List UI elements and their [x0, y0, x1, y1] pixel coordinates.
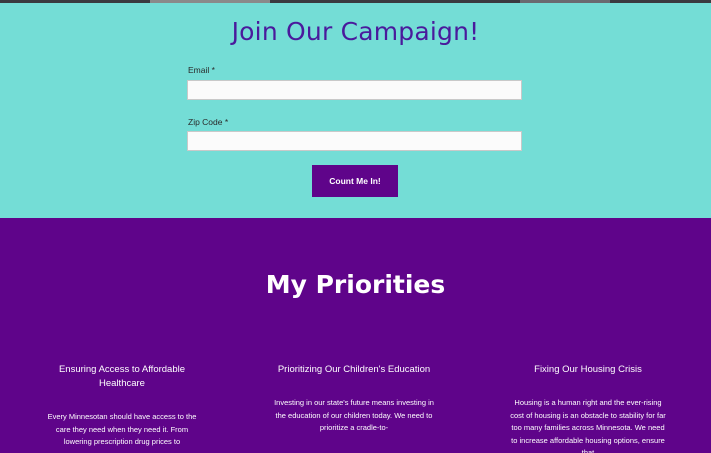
- zip-code-label: Zip Code *: [188, 117, 229, 127]
- priorities-title: My Priorities: [265, 270, 446, 299]
- count-me-in-button[interactable]: Count Me In!: [312, 165, 398, 197]
- priority-heading: Fixing Our Housing Crisis: [534, 364, 642, 375]
- priority-heading: Prioritizing Our Children's Education: [277, 364, 431, 375]
- priority-body: Investing in our state's future means in…: [274, 398, 434, 432]
- priority-column-housing: Fixing Our Housing Crisis Housing is a h…: [508, 363, 668, 453]
- zip-code-field[interactable]: [187, 131, 522, 151]
- priority-column-education: Prioritizing Our Children's Education In…: [274, 363, 434, 435]
- signup-title: Join Our Campaign!: [231, 17, 480, 46]
- email-label: Email *: [188, 65, 215, 75]
- campaign-signup-section: Join Our Campaign! Email * Zip Code * Co…: [0, 3, 711, 218]
- priority-column-healthcare: Ensuring Access to Affordable Healthcare…: [42, 363, 202, 449]
- email-field[interactable]: [187, 80, 522, 100]
- priority-body: Every Minnesotan should have access to t…: [47, 412, 197, 446]
- priority-body: Housing is a human right and the ever-ri…: [510, 398, 666, 453]
- priority-heading: Ensuring Access to Affordable Healthcare: [58, 364, 186, 389]
